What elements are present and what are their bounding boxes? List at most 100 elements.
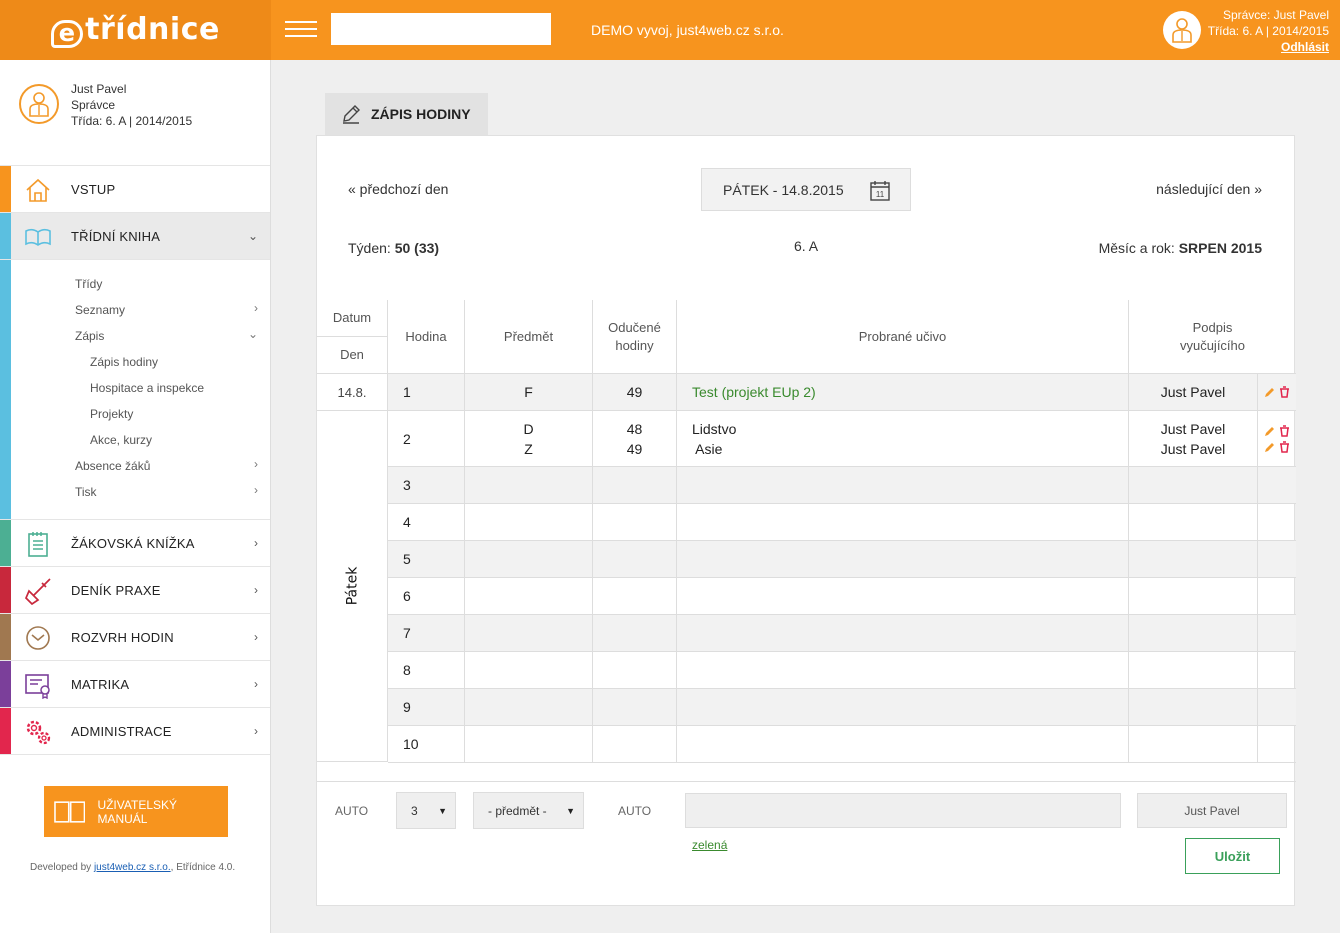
- nav-item-administrace[interactable]: ADMINISTRACE ›: [0, 708, 270, 755]
- nav-item-tridni-kniha[interactable]: TŘÍDNÍ KNIHA ⌄: [0, 213, 270, 260]
- topic-value[interactable]: Test (projekt EUp 2): [692, 382, 816, 402]
- hour-cell: 7: [388, 615, 465, 652]
- count-value: 49: [626, 440, 643, 457]
- nav-item-denik-praxe[interactable]: DENÍK PRAXE ›: [0, 567, 270, 614]
- teacher-field[interactable]: Just Pavel: [1137, 793, 1287, 828]
- pencil-icon: [343, 105, 360, 124]
- delete-icon[interactable]: [1279, 386, 1290, 398]
- home-icon: [26, 178, 50, 202]
- hour-select[interactable]: 3 ▼: [396, 792, 456, 829]
- delete-icon[interactable]: [1279, 424, 1290, 437]
- subject-value: F: [524, 384, 533, 400]
- developer-link[interactable]: just4web.cz s.r.o.: [94, 862, 171, 873]
- count-cell: 49: [593, 374, 677, 411]
- svg-text:11: 11: [876, 190, 885, 199]
- user-manual-button[interactable]: UŽIVATELSKÝ MANUÁL: [44, 786, 228, 837]
- action-cell: [1258, 467, 1296, 504]
- nav-item-matrika[interactable]: MATRIKA ›: [0, 661, 270, 708]
- tab-zapis-hodiny[interactable]: ZÁPIS HODINY: [325, 93, 488, 135]
- next-day-link[interactable]: následující den »: [1156, 181, 1262, 197]
- submenu-item-tridy[interactable]: Třídy: [75, 277, 102, 291]
- nav-item-zakovska-knizka[interactable]: ŽÁKOVSKÁ KNÍŽKA ›: [0, 520, 270, 567]
- edit-icon[interactable]: [1264, 441, 1276, 453]
- action-cell: [1258, 411, 1296, 467]
- hour-cell: 2: [388, 411, 465, 467]
- profile-name: Just Pavel: [71, 82, 127, 96]
- user-icon: [29, 92, 49, 117]
- nav-item-vstup[interactable]: VSTUP: [0, 166, 270, 213]
- subject-select[interactable]: - předmět - ▼: [473, 792, 584, 829]
- count-value: 49: [626, 384, 643, 400]
- lesson-panel: « předchozí den PÁTEK - 14.8.2015 11 nás…: [316, 135, 1296, 906]
- month-info: Měsíc a rok: SRPEN 2015: [1098, 240, 1262, 256]
- search-input[interactable]: [331, 13, 551, 45]
- delete-icon[interactable]: [1279, 440, 1290, 453]
- teacher-cell: [1129, 467, 1258, 504]
- color-link[interactable]: zelená: [692, 838, 727, 852]
- nav-item-rozvrh-hodin[interactable]: ROZVRH HODIN ›: [0, 614, 270, 661]
- developer-credit: Developed by just4web.cz s.r.o., Etřídni…: [30, 862, 236, 873]
- topic-cell: [677, 615, 1129, 652]
- submenu-tridni-kniha: Třídy Seznamy › Zápis ⌄ Zápis hodiny Hos…: [0, 260, 270, 520]
- submenu-item-zapis[interactable]: Zápis: [75, 329, 104, 343]
- column-header-datum: Datum: [317, 300, 388, 337]
- hour-number: 9: [403, 699, 411, 715]
- edit-icon[interactable]: [1264, 425, 1276, 437]
- action-cell: [1258, 726, 1296, 763]
- top-bar: DEMO vyvoj, just4web.cz s.r.o. Správce: …: [271, 0, 1340, 60]
- submenu-item-tisk[interactable]: Tisk: [75, 485, 97, 499]
- avatar: [19, 84, 59, 124]
- teacher-cell: [1129, 689, 1258, 726]
- profile-role: Správce: [71, 98, 116, 112]
- row-actions: [1264, 424, 1290, 437]
- chevron-right-icon: ›: [254, 583, 258, 597]
- logout-link[interactable]: Odhlásit: [1281, 40, 1329, 54]
- chevron-right-icon: ›: [254, 536, 258, 550]
- count-cell: [593, 541, 677, 578]
- action-cell: [1258, 689, 1296, 726]
- topic-value[interactable]: Asie: [692, 439, 722, 459]
- submenu-item-zapis-hodiny[interactable]: Zápis hodiny: [90, 355, 158, 369]
- hour-number: 3: [403, 477, 411, 493]
- previous-day-link[interactable]: « předchozí den: [348, 181, 448, 197]
- book-icon: [25, 228, 51, 246]
- topic-input[interactable]: [685, 793, 1121, 828]
- chevron-down-icon: ⌄: [247, 229, 258, 243]
- teacher-cell: Just Pavel Just Pavel: [1129, 411, 1258, 467]
- row-actions: [1264, 440, 1290, 453]
- user-avatar[interactable]: [1163, 11, 1201, 49]
- hour-number: 10: [403, 736, 419, 752]
- company-name: DEMO vyvoj, just4web.cz s.r.o.: [591, 22, 784, 38]
- menu-toggle-icon[interactable]: [285, 21, 317, 39]
- teacher-cell: [1129, 726, 1258, 763]
- submenu-item-absence[interactable]: Absence žáků: [75, 459, 150, 473]
- action-cell: [1258, 652, 1296, 689]
- hour-number: 4: [403, 514, 411, 530]
- submenu-item-seznamy[interactable]: Seznamy: [75, 303, 125, 317]
- column-header-hodina: Hodina: [388, 300, 465, 374]
- topic-cell: [677, 504, 1129, 541]
- logo: e třídnice: [51, 12, 220, 48]
- save-button[interactable]: Uložit: [1185, 838, 1280, 874]
- subject-cell: [465, 615, 593, 652]
- teacher-cell: [1129, 652, 1258, 689]
- edit-icon[interactable]: [1264, 386, 1276, 398]
- subject-cell: F: [465, 374, 593, 411]
- certificate-icon: [25, 674, 50, 699]
- teacher-cell: [1129, 541, 1258, 578]
- submenu-item-akce-kurzy[interactable]: Akce, kurzy: [90, 433, 152, 447]
- hour-cell: 9: [388, 689, 465, 726]
- date-cell: 14.8.: [317, 374, 388, 411]
- hour-cell: 8: [388, 652, 465, 689]
- submenu-item-projekty[interactable]: Projekty: [90, 407, 133, 421]
- subject-cell: [465, 467, 593, 504]
- logo-area[interactable]: e třídnice: [0, 0, 271, 60]
- date-picker[interactable]: PÁTEK - 14.8.2015 11: [701, 168, 911, 211]
- submenu-item-hospitace[interactable]: Hospitace a inspekce: [90, 381, 204, 395]
- chevron-right-icon: ›: [254, 724, 258, 738]
- chevron-right-icon: ›: [254, 677, 258, 691]
- column-header-podpis: Podpis vyučujícího: [1129, 300, 1296, 374]
- subject-cell: [465, 578, 593, 615]
- topic-value[interactable]: Lidstvo: [692, 419, 736, 439]
- subject-cell: [465, 689, 593, 726]
